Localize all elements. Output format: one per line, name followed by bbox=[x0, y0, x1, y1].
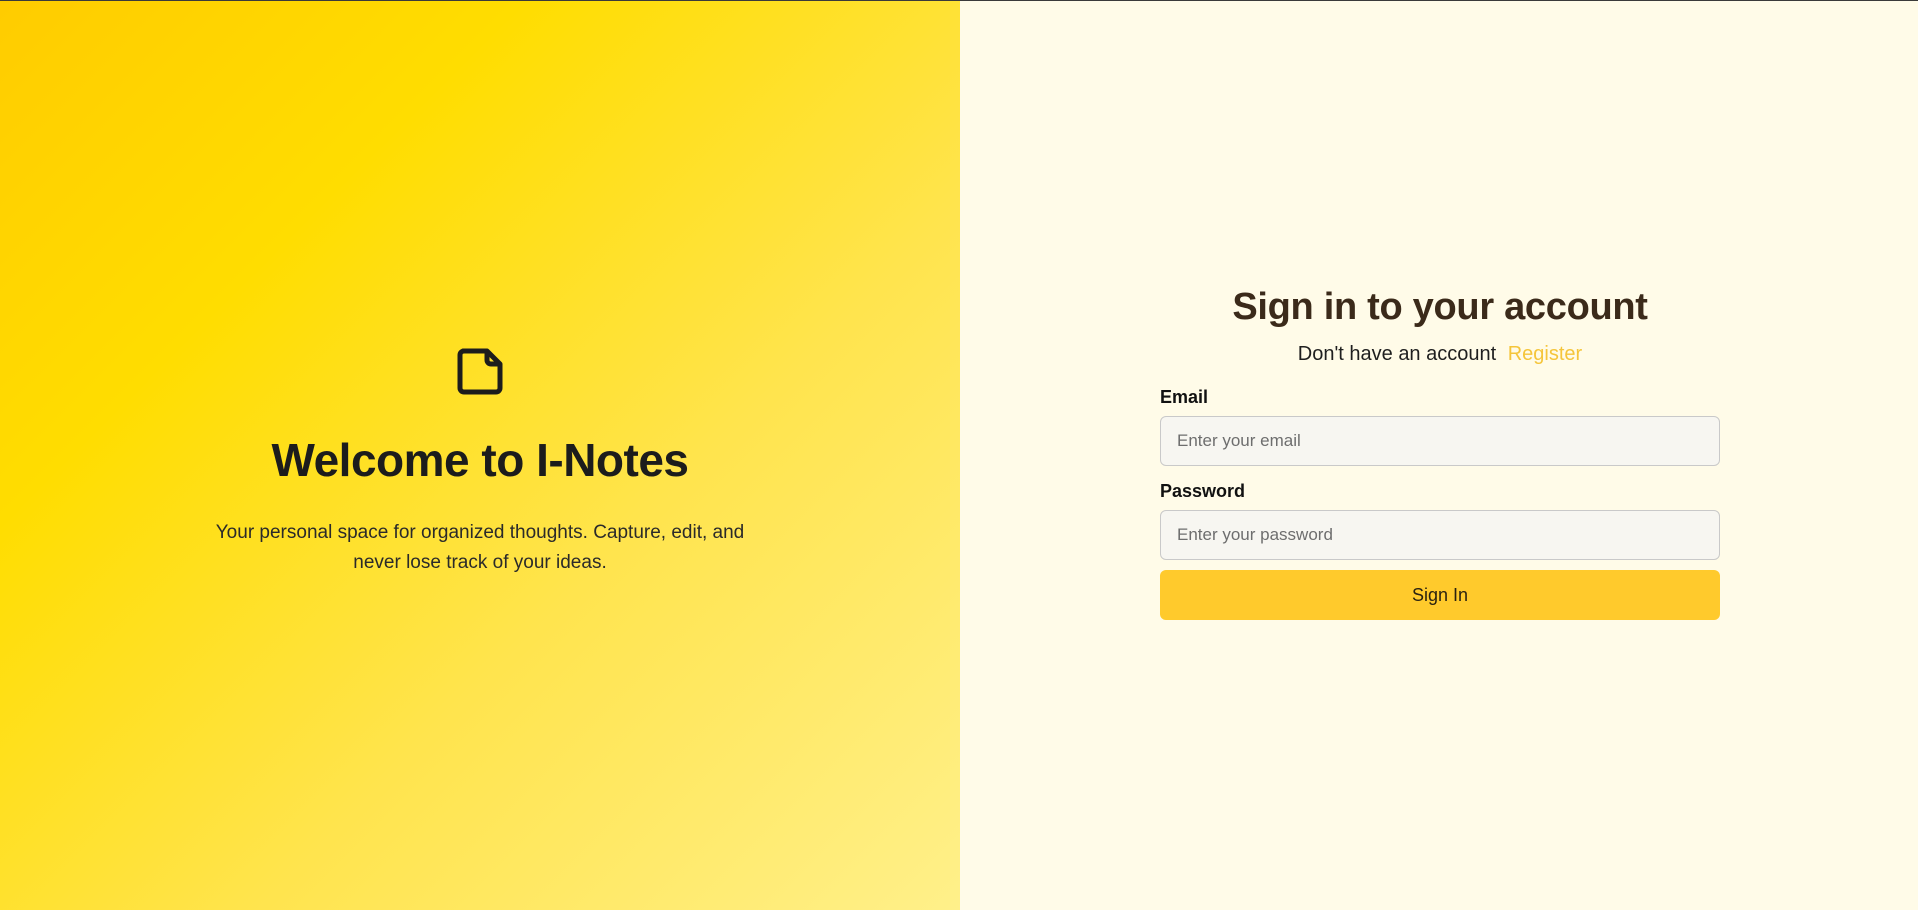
signin-form: Sign in to your account Don't have an ac… bbox=[1160, 282, 1720, 620]
signin-panel: Sign in to your account Don't have an ac… bbox=[960, 1, 1918, 910]
sign-in-button[interactable]: Sign In bbox=[1160, 570, 1720, 620]
welcome-title: Welcome to I-Notes bbox=[271, 434, 690, 486]
welcome-panel: Welcome to I-Notes Your personal space f… bbox=[0, 1, 960, 910]
password-label: Password bbox=[1160, 481, 1246, 501]
note-icon bbox=[454, 345, 506, 397]
register-link[interactable]: Register bbox=[1508, 343, 1582, 365]
register-prompt-text: Don't have an account bbox=[1297, 343, 1497, 365]
welcome-subtitle: Your personal space for organized though… bbox=[215, 522, 745, 573]
welcome-content: Welcome to I-Notes Your personal space f… bbox=[0, 345, 960, 578]
password-field[interactable] bbox=[1160, 510, 1720, 560]
login-page: Welcome to I-Notes Your personal space f… bbox=[0, 0, 1918, 910]
signin-title: Sign in to your account bbox=[1232, 286, 1648, 328]
email-label: Email bbox=[1160, 387, 1209, 407]
register-prompt: Don't have an account Register bbox=[1160, 340, 1720, 368]
email-field[interactable] bbox=[1160, 416, 1720, 466]
